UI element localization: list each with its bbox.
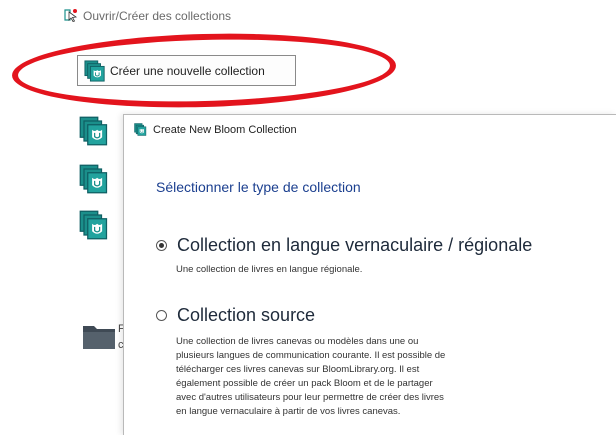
back-window-title-text: Ouvrir/Créer des collections	[83, 9, 232, 23]
dialog-title: Create New Bloom Collection	[153, 123, 297, 136]
bloom-collection-icon	[134, 123, 147, 136]
option-description: Une collection de livres canevas ou modè…	[176, 335, 576, 419]
description-line: plusieurs langues de communication coura…	[176, 350, 446, 361]
option-label: Collection en langue vernaculaire / régi…	[177, 235, 533, 255]
dialog-title-bar: Create New Bloom Collection	[134, 123, 297, 136]
description-line: également possible de créer un pack Bloo…	[176, 378, 433, 389]
option-vernacular-collection[interactable]: Collection en langue vernaculaire / régi…	[156, 235, 532, 256]
option-source-collection[interactable]: Collection source	[156, 305, 315, 326]
radio-button-selected[interactable]	[156, 240, 167, 251]
bloom-collection-icon[interactable]	[79, 116, 109, 146]
create-collection-dialog: Create New Bloom Collection Sélectionner…	[123, 114, 616, 435]
bloom-collection-icon[interactable]	[79, 210, 109, 240]
option-description: Une collection de livres en langue régio…	[176, 264, 363, 275]
back-window-title: Ouvrir/Créer des collections	[64, 8, 231, 23]
bloom-collection-icon[interactable]	[79, 164, 109, 194]
description-line: avec d'autres utilisateurs pour leur per…	[176, 392, 444, 403]
red-highlight-ellipse	[11, 28, 397, 113]
description-line: Une collection de livres canevas ou modè…	[176, 336, 419, 347]
description-line: télécharger ces livres canevas sur Bloom…	[176, 364, 420, 375]
folder-icon[interactable]	[82, 322, 116, 350]
description-line: en langue vernaculaire à partir de vos l…	[176, 406, 401, 417]
radio-button[interactable]	[156, 310, 167, 321]
bloom-app-icon	[64, 9, 78, 22]
dialog-heading: Sélectionner le type de collection	[156, 179, 361, 195]
option-label: Collection source	[177, 305, 316, 325]
